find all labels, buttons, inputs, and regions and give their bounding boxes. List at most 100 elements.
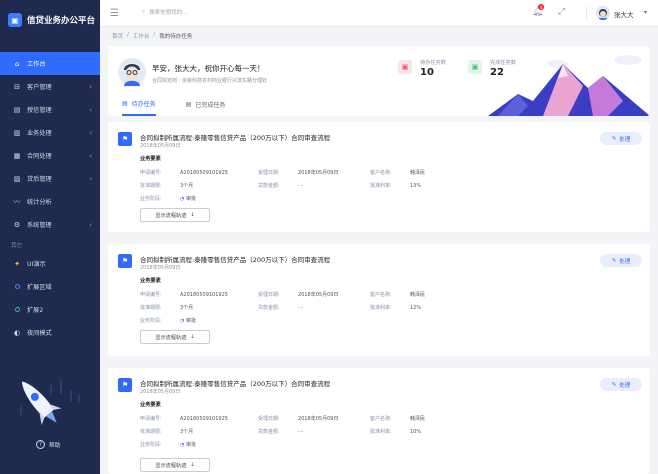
task-card: ⚑ 合同拟制所属流程:泰隆零售信贷产品（200万以下）合同审查流程 2018年0… xyxy=(108,122,650,232)
show-trace-button[interactable]: 显示流程轨迹 ↓ xyxy=(140,458,210,472)
tab-done[interactable]: ▤ 已完成任务 xyxy=(186,99,226,116)
task-card: ⚑ 合同拟制所属流程:泰隆零售信贷产品（200万以下）合同审查流程 2018年0… xyxy=(108,368,650,474)
handle-button[interactable]: ✎ 处理 xyxy=(600,378,642,391)
search-input[interactable]: 搜索你想找的... xyxy=(149,8,187,16)
app-title: 信贷业务办公平台 xyxy=(27,16,96,26)
chevron-left-icon: ‹ xyxy=(89,83,92,91)
sidebar-item-label: UI演示 xyxy=(27,261,46,268)
task-date: 2018年05月09日 xyxy=(140,389,181,395)
task-date: 2018年05月09日 xyxy=(140,143,181,149)
avatar xyxy=(118,58,146,86)
contract-icon: ▦ xyxy=(13,151,21,160)
section-title: 业务要素 xyxy=(140,156,161,162)
field-apply-no: 申请编号: A201805091019​25 xyxy=(140,170,228,176)
sidebar-item-label: 业务处理 xyxy=(27,130,52,137)
done-tab-icon: ▤ xyxy=(185,101,192,108)
field-customer-name: 客户名称: 韩泽民 xyxy=(370,170,426,176)
sidebar-item-workbench[interactable]: ⌂ 工作台 xyxy=(0,52,100,75)
chevron-down-icon: ↓ xyxy=(190,212,195,218)
lock-icon: ⊟ xyxy=(14,82,20,91)
mountain-illustration xyxy=(488,55,650,116)
show-trace-button[interactable]: 显示流程轨迹 ↓ xyxy=(140,330,210,344)
field-loan-term: 批准期限: 3个月 xyxy=(140,305,194,311)
user-position-info: 合同拟定岗｜余姚科技农村商业银行兴滨东路分理处 xyxy=(152,78,268,84)
tab-label: 待办任务 xyxy=(131,101,156,108)
ui-demo-icon: ✦ xyxy=(14,259,20,268)
field-loan-term: 批准期限: 3个月 xyxy=(140,429,194,435)
brand[interactable]: ▣ 信贷业务办公平台 xyxy=(0,0,100,40)
notification-badge: 4 xyxy=(538,4,544,10)
question-icon: ? xyxy=(36,440,45,449)
sidebar-item-business[interactable]: ▥ 业务处理 ‹ xyxy=(0,121,100,144)
task-title[interactable]: 合同拟制所属流程:泰隆零售信贷产品（200万以下）合同审查流程 xyxy=(140,378,330,388)
sidebar-item-night-mode[interactable]: ◐ 夜间模式 xyxy=(0,321,100,344)
breadcrumb-separator: / xyxy=(153,32,156,38)
sidebar-item-system[interactable]: ⚙ 系统管理 ‹ xyxy=(0,213,100,236)
circle-icon xyxy=(13,306,21,314)
sidebar-item-label: 扩展区域 xyxy=(27,284,52,291)
sidebar-item-label: 扩展2 xyxy=(27,307,44,314)
field-loan-amount: 贷款金额: - - xyxy=(258,429,304,435)
chevron-down-icon[interactable]: ▾ xyxy=(644,9,647,16)
task-title[interactable]: 合同拟制所属流程:泰隆零售信贷产品（200万以下）合同审查流程 xyxy=(140,132,330,142)
sidebar-group-label: 其它 xyxy=(11,243,23,249)
topbar: ☰ ⌕ 搜索你想找的... 🔔︎ 4 ⤢ 张大大 ▾ xyxy=(100,0,658,27)
field-apply-no: 申请编号: A201805091019​25 xyxy=(140,292,228,298)
field-accept-date: 受理日期: 2018年05月09日 xyxy=(258,292,339,298)
sidebar-item-postloan[interactable]: ▧ 贷后管理 ‹ xyxy=(0,167,100,190)
field-stage: 业务阶段: ◔ 审批 xyxy=(140,318,196,324)
chevron-left-icon: ‹ xyxy=(89,129,92,137)
task-card: ⚑ 合同拟制所属流程:泰隆零售信贷产品（200万以下）合同审查流程 2018年0… xyxy=(108,244,650,356)
stat-label: 待办任务数 xyxy=(420,60,446,66)
tab-label: 已完成任务 xyxy=(195,102,226,109)
sidebar-item-label: 客户管理 xyxy=(27,84,52,91)
tab-todo[interactable]: ▤ 待办任务 xyxy=(122,99,156,116)
breadcrumb: 首页 / 工作台 / 我的待办任务 xyxy=(112,32,192,40)
sidebar-item-ext-area[interactable]: 扩展区域 xyxy=(0,275,100,298)
search-box[interactable]: ⌕ 搜索你想找的... xyxy=(142,8,187,17)
sidebar-item-ext2[interactable]: 扩展2 xyxy=(0,298,100,321)
flag-icon: ⚑ xyxy=(118,254,132,268)
sidebar-item-customer[interactable]: ⊟ 客户管理 ‹ xyxy=(0,75,100,98)
help-link[interactable]: ? 帮助 xyxy=(36,440,61,449)
analytics-icon: 〰 xyxy=(13,197,21,206)
username[interactable]: 张大大 xyxy=(614,9,634,19)
rocket-illustration xyxy=(0,365,100,440)
sidebar-item-ui-demo[interactable]: ✦ UI演示 xyxy=(0,252,100,275)
menu-toggle-icon[interactable]: ☰ xyxy=(110,8,119,19)
fullscreen-icon[interactable]: ⤢ xyxy=(558,7,565,17)
app-logo-icon: ▣ xyxy=(8,13,22,27)
breadcrumb-workbench[interactable]: 工作台 xyxy=(133,32,150,40)
flag-icon: ⚑ xyxy=(118,378,132,392)
breadcrumb-home[interactable]: 首页 xyxy=(112,32,123,40)
greeting-text: 早安，张大大，祝你开心每一天！ xyxy=(152,64,265,73)
task-title[interactable]: 合同拟制所属流程:泰隆零售信贷产品（200万以下）合同审查流程 xyxy=(140,254,330,264)
done-icon: ▣ xyxy=(468,60,482,74)
clipboard-icon: ▧ xyxy=(13,174,21,183)
moon-icon: ◐ xyxy=(13,328,21,337)
handle-button[interactable]: ✎ 处理 xyxy=(600,132,642,145)
field-rate: 批准利率: 13% xyxy=(370,183,422,189)
chevron-down-icon: ↓ xyxy=(190,334,195,340)
chevron-left-icon: ‹ xyxy=(89,221,92,229)
sidebar-item-analytics[interactable]: 〰 统计分析 xyxy=(0,190,100,213)
section-title: 业务要素 xyxy=(140,278,161,284)
sidebar-item-label: 贷后管理 xyxy=(27,176,52,183)
todo-icon: ▣ xyxy=(398,60,412,74)
avatar[interactable] xyxy=(596,6,610,20)
todo-tab-icon: ▤ xyxy=(122,100,128,107)
briefcase-icon: ▤ xyxy=(13,105,21,114)
field-stage: 业务阶段: ◔ 审批 xyxy=(140,442,196,448)
field-customer-name: 客户名称: 韩泽民 xyxy=(370,416,426,422)
edit-icon: ✎ xyxy=(611,381,617,388)
help-label: 帮助 xyxy=(49,443,61,449)
chevron-left-icon: ‹ xyxy=(89,175,92,183)
field-apply-no: 申请编号: A201805091019​25 xyxy=(140,416,228,422)
handle-button[interactable]: ✎ 处理 xyxy=(600,254,642,267)
field-accept-date: 受理日期: 2018年05月09日 xyxy=(258,170,339,176)
field-rate: 批准利率: 12% xyxy=(370,305,422,311)
show-trace-button[interactable]: 显示流程轨迹 ↓ xyxy=(140,208,210,222)
sidebar-item-contract[interactable]: ▦ 合同处理 ‹ xyxy=(0,144,100,167)
sidebar-item-credit[interactable]: ▤ 授信管理 ‹ xyxy=(0,98,100,121)
gear-icon: ⚙ xyxy=(13,220,21,229)
